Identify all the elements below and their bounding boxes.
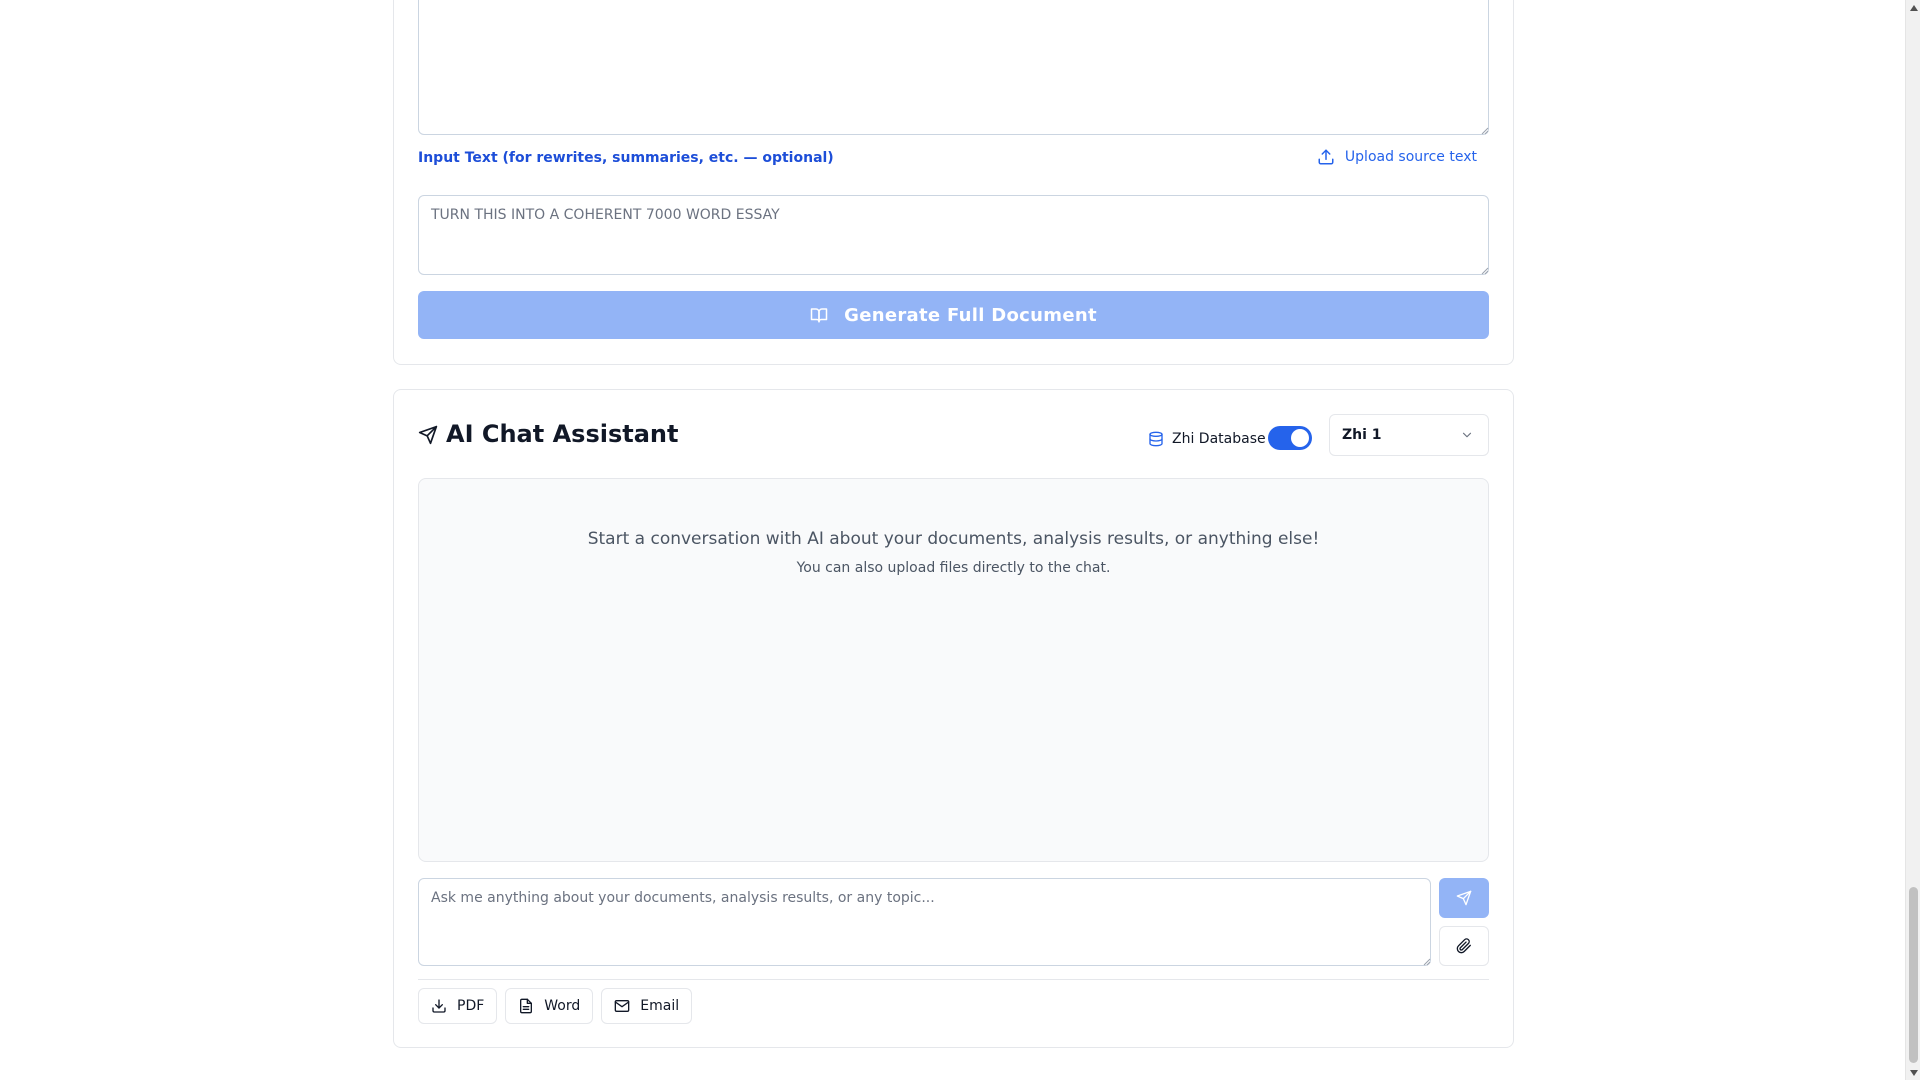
toggle-knob (1291, 429, 1309, 447)
scrollbar-thumb[interactable] (1909, 887, 1918, 1063)
mail-icon (614, 1000, 630, 1012)
generate-full-document-label: Generate Full Document (844, 304, 1097, 326)
export-email-button[interactable]: Email (601, 988, 693, 1024)
model-select[interactable]: Zhi 1 (1329, 414, 1489, 456)
database-label: Zhi Database (1172, 431, 1266, 447)
scroll-up-arrow-icon[interactable] (1906, 0, 1920, 15)
attach-file-button[interactable] (1439, 926, 1489, 966)
chat-empty-message: Start a conversation with AI about your … (587, 529, 1320, 549)
send-icon (1456, 890, 1472, 906)
file-text-icon (520, 998, 533, 1014)
scroll-down-arrow-icon[interactable] (1906, 1065, 1920, 1080)
divider (418, 979, 1489, 980)
book-open-icon (810, 308, 828, 323)
chat-empty-hint: You can also upload files directly to th… (796, 560, 1111, 576)
export-word-label: Word (544, 998, 581, 1014)
chevron-down-icon (1462, 432, 1472, 438)
chat-title: AI Chat Assistant (446, 420, 679, 448)
export-toolbar: PDF Word Email (418, 988, 693, 1024)
export-pdf-button[interactable]: PDF (418, 988, 498, 1024)
chat-messages-area: Start a conversation with AI about your … (418, 478, 1489, 862)
input-text-textarea[interactable] (418, 195, 1489, 275)
document-generator-card: Input Text (for rewrites, summaries, etc… (393, 0, 1514, 365)
upload-icon (1318, 149, 1334, 165)
database-toggle-group: Zhi Database (1148, 422, 1266, 456)
input-text-label: Input Text (for rewrites, summaries, etc… (418, 150, 834, 166)
send-icon (418, 425, 438, 445)
export-word-button[interactable]: Word (505, 988, 594, 1024)
export-pdf-label: PDF (457, 998, 485, 1014)
chat-input[interactable] (418, 878, 1431, 966)
database-toggle[interactable] (1268, 426, 1312, 450)
upload-source-text-button[interactable]: Upload source text (1317, 148, 1477, 166)
send-message-button[interactable] (1439, 878, 1489, 918)
prompt-textarea[interactable] (418, 0, 1489, 135)
model-select-value: Zhi 1 (1342, 427, 1382, 443)
page-scrollbar[interactable] (1905, 0, 1920, 1080)
ai-chat-card: AI Chat Assistant Zhi Database Zhi 1 Sta… (393, 389, 1514, 1048)
upload-source-text-label: Upload source text (1344, 149, 1477, 165)
paperclip-icon (1456, 938, 1471, 954)
download-icon (432, 999, 446, 1013)
database-icon (1149, 431, 1163, 447)
page: Input Text (for rewrites, summaries, etc… (0, 0, 1920, 1080)
generate-full-document-button[interactable]: Generate Full Document (418, 291, 1489, 339)
export-email-label: Email (640, 998, 680, 1014)
